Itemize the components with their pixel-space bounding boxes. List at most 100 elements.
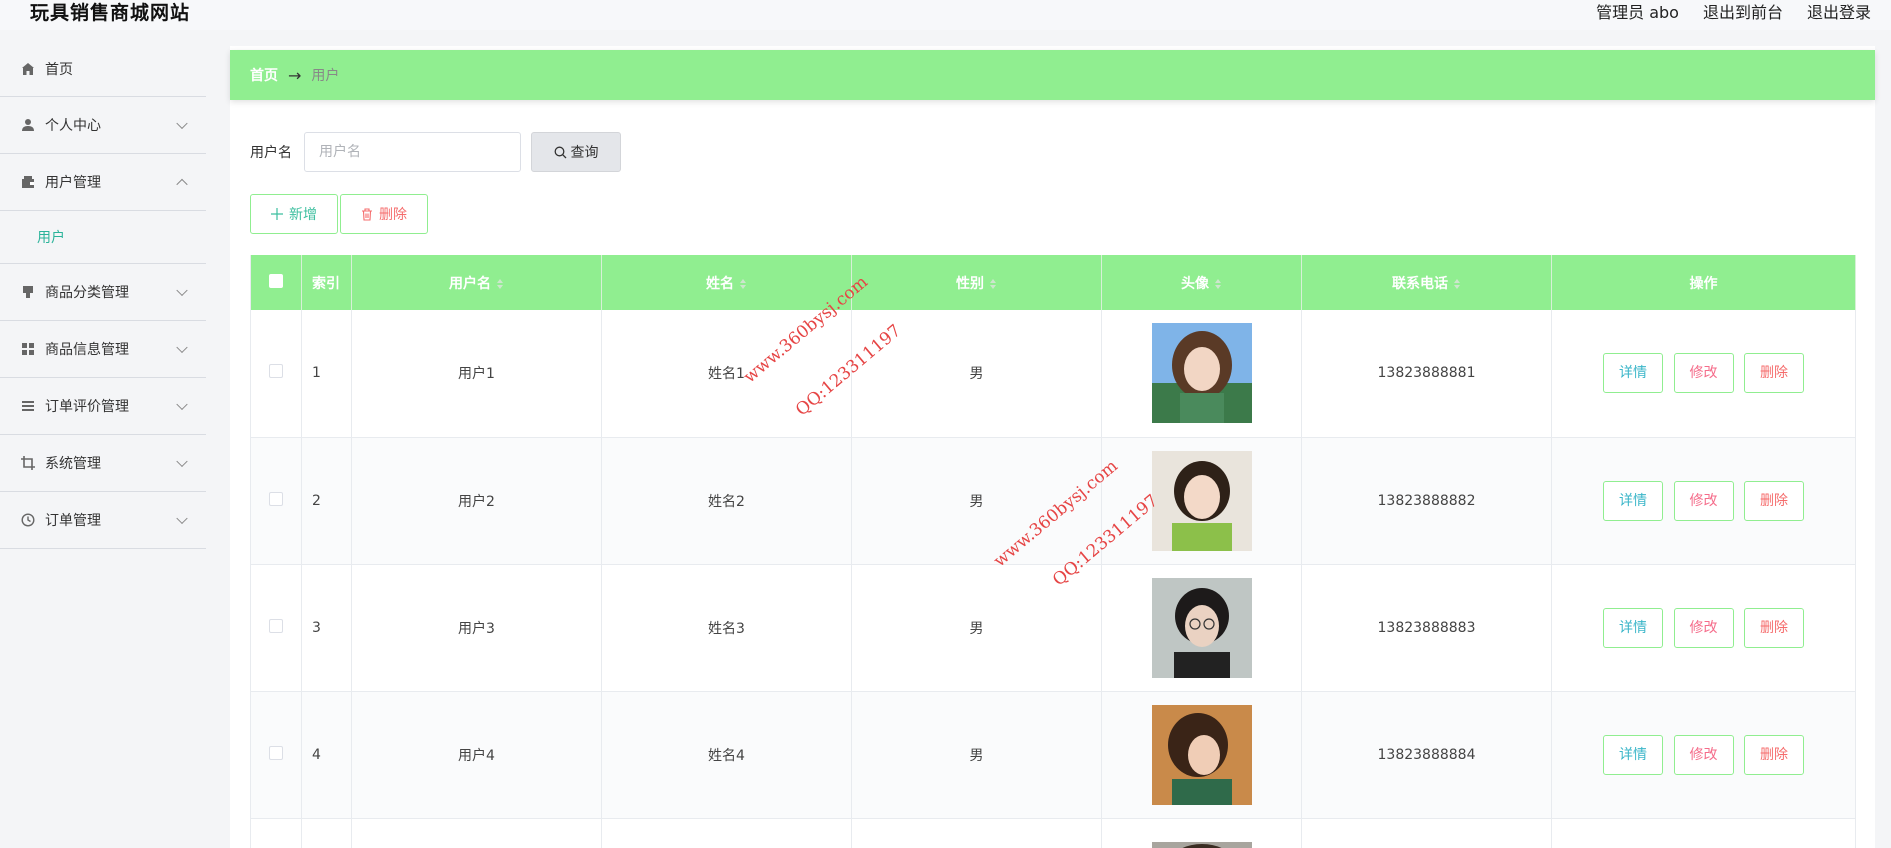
chevron-down-icon [176,512,188,525]
header-username[interactable]: 用户名 [351,255,602,310]
breadcrumb: 首页 → 用户 [230,50,1875,100]
chevron-down-icon [176,341,188,354]
sort-icon[interactable] [1214,278,1222,289]
sidebar-item-label: 订单管理 [45,513,101,529]
header-select-all [250,255,302,310]
detail-button[interactable]: 详情 [1603,734,1664,775]
row-index: 2 [301,437,352,565]
row-checkbox[interactable] [269,618,283,633]
row-checkbox[interactable] [269,364,283,379]
row-username: 用户2 [351,437,602,565]
header-avatar[interactable]: 头像 [1101,255,1302,310]
row-avatar-cell [1101,564,1302,692]
grid-icon [20,341,36,357]
row-username: 用户1 [351,310,602,438]
top-bar: 玩具销售商城网站 管理员 abo 退出到前台 退出登录 [0,0,1891,30]
table-header-row: 索引 用户名 姓名 性别 头像 联系电话 操作 [250,255,1856,310]
trash-icon [362,207,372,221]
breadcrumb-home[interactable]: 首页 [250,65,278,85]
edit-button[interactable]: 修改 [1673,734,1734,775]
sort-icon[interactable] [989,278,997,289]
delete-button[interactable]: 删除 [1743,734,1804,775]
row-actions-cell: 详情 修改 删除 [1551,310,1856,438]
home-icon [20,61,36,77]
detail-button[interactable]: 详情 [1603,353,1664,394]
app-title: 玩具销售商城网站 [30,2,191,24]
search-icon [554,146,566,158]
sidebar-item-product-management[interactable]: 商品信息管理 [0,321,206,378]
username-search-input[interactable] [304,132,521,172]
sidebar-subitem-users[interactable]: 用户 [0,211,206,264]
row-checkbox[interactable] [269,491,283,506]
row-gender: 男 [851,691,1102,819]
header-phone[interactable]: 联系电话 [1301,255,1552,310]
avatar [1151,577,1252,678]
table-row: 1 用户1 姓名1 男 13823888881 详情 修改 删除 [250,310,1856,438]
wallet-icon [20,174,36,190]
batch-delete-button[interactable]: 删除 [340,194,428,234]
stamp-icon [20,284,36,300]
back-to-frontend-link[interactable]: 退出到前台 [1703,0,1783,26]
avatar [1151,450,1252,551]
edit-button[interactable]: 修改 [1673,480,1734,521]
sidebar-item-label: 商品分类管理 [45,285,129,301]
sidebar-item-label: 系统管理 [45,456,101,472]
row-phone: 13823888883 [1301,564,1552,692]
sidebar-item-system-management[interactable]: 系统管理 [0,435,206,492]
edit-button[interactable]: 修改 [1673,353,1734,394]
sort-icon[interactable] [496,278,504,289]
logout-link[interactable]: 退出登录 [1807,0,1871,26]
header-label: 头像 [1181,275,1209,292]
admin-user-link[interactable]: 管理员 abo [1596,0,1679,26]
sidebar-item-order-management[interactable]: 订单管理 [0,492,206,549]
row-avatar-cell [1101,437,1302,565]
row-avatar-cell [1101,310,1302,438]
table-row [250,818,1856,848]
row-name: 姓名1 [601,310,852,438]
add-button[interactable]: 新增 [250,194,338,234]
header-name[interactable]: 姓名 [601,255,852,310]
crop-icon [20,455,36,471]
row-index [301,818,352,848]
row-select-cell [250,310,302,438]
row-phone: 13823888881 [1301,310,1552,438]
edit-button[interactable]: 修改 [1673,607,1734,648]
search-row: 用户名 查询 [250,132,621,172]
header-label: 姓名 [706,275,734,292]
header-label: 用户名 [449,275,491,292]
row-username [351,818,602,848]
search-button[interactable]: 查询 [531,132,621,172]
avatar [1151,841,1252,848]
delete-button[interactable]: 删除 [1743,353,1804,394]
row-gender: 男 [851,437,1102,565]
row-username: 用户3 [351,564,602,692]
sidebar-item-category-management[interactable]: 商品分类管理 [0,264,206,321]
row-phone [1301,818,1552,848]
sidebar-item-review-management[interactable]: 订单评价管理 [0,378,206,435]
chevron-up-icon [176,178,188,191]
row-actions-cell: 详情 修改 删除 [1551,564,1856,692]
header-gender[interactable]: 性别 [851,255,1102,310]
sidebar-item-user-management[interactable]: 用户管理 [0,154,206,211]
user-icon [20,117,36,133]
row-index: 1 [301,310,352,438]
sidebar-item-label: 商品信息管理 [45,342,129,358]
row-gender: 男 [851,564,1102,692]
chevron-down-icon [176,117,188,130]
detail-button[interactable]: 详情 [1603,607,1664,648]
avatar [1151,323,1252,424]
delete-button[interactable]: 删除 [1743,607,1804,648]
sidebar-item-home[interactable]: 首页 [0,42,206,97]
detail-button[interactable]: 详情 [1603,480,1664,521]
sort-icon[interactable] [1453,278,1461,289]
plus-icon [271,208,283,220]
action-row: 新增 删除 [250,194,428,234]
select-all-checkbox[interactable] [269,273,283,288]
table-row: 4 用户4 姓名4 男 13823888884 详情 修改 删除 [250,691,1856,819]
list-icon [20,398,36,414]
delete-button[interactable]: 删除 [1743,480,1804,521]
sidebar-item-profile[interactable]: 个人中心 [0,97,206,154]
sort-icon[interactable] [739,278,747,289]
sidebar-item-label: 订单评价管理 [45,399,129,415]
row-checkbox[interactable] [269,745,283,760]
